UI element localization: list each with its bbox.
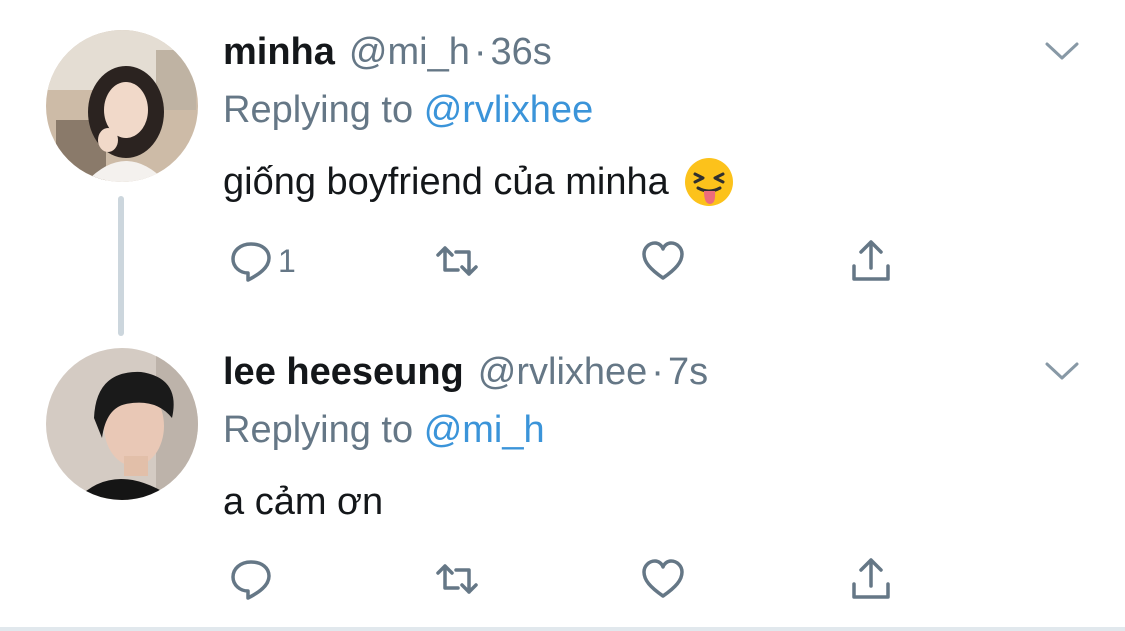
reply-icon [231,242,271,282]
tweet-header: minha @mi_h · 36s [223,30,552,74]
replying-to: Replying to @mi_h [223,408,545,452]
avatar-image [46,348,198,500]
display-name[interactable]: minha [223,30,335,74]
reply-button[interactable]: 1 [228,236,296,286]
replying-prefix: Replying to [223,409,414,451]
retweet-icon [436,564,478,594]
retweet-button[interactable] [434,236,480,286]
reply-count: 1 [278,242,296,279]
tweet-text-content: a cảm ơn [223,481,384,523]
replying-to: Replying to @rvlixhee [223,88,593,132]
mention-link[interactable]: @rvlixhee [424,89,594,131]
thread-line [118,196,124,336]
reply-icon [231,560,271,600]
avatar-image [46,30,198,182]
heart-icon [642,241,684,280]
retweet-icon [436,246,478,276]
like-button[interactable] [640,236,686,286]
chevron-down-icon[interactable] [1044,360,1080,382]
display-name[interactable]: lee heeseung [223,350,464,394]
mention-link[interactable]: @mi_h [424,409,545,451]
tweet-text: a cảm ơn [223,478,383,526]
heart-icon [642,559,684,598]
tweet-text-content: giống boyfriend của minha [223,161,669,203]
handle[interactable]: @rvlixhee [478,350,648,394]
replying-prefix: Replying to [223,89,414,131]
tweet-minha[interactable]: minha @mi_h · 36s Replying to @rvlixhee … [0,0,1125,336]
like-button[interactable] [640,554,686,604]
chevron-down-icon[interactable] [1044,40,1080,62]
tweet-header: lee heeseung @rvlixhee · 7s [223,350,708,394]
timestamp[interactable]: 36s [491,30,552,74]
retweet-button[interactable] [434,554,480,604]
separator: · [473,31,487,73]
tweet-lee-heeseung[interactable]: lee heeseung @rvlixhee · 7s Replying to … [0,320,1125,627]
squinting-face-with-tongue-icon [684,158,733,206]
avatar[interactable] [46,348,198,500]
share-icon [852,558,890,599]
tweet-text: giống boyfriend của minha [223,154,735,210]
share-icon [852,240,890,281]
separator: · [651,351,664,393]
reply-button[interactable] [228,554,274,604]
divider [0,627,1125,631]
handle[interactable]: @mi_h [349,30,470,74]
share-button[interactable] [848,236,894,286]
avatar[interactable] [46,30,198,182]
timestamp[interactable]: 7s [668,350,708,394]
share-button[interactable] [848,554,894,604]
